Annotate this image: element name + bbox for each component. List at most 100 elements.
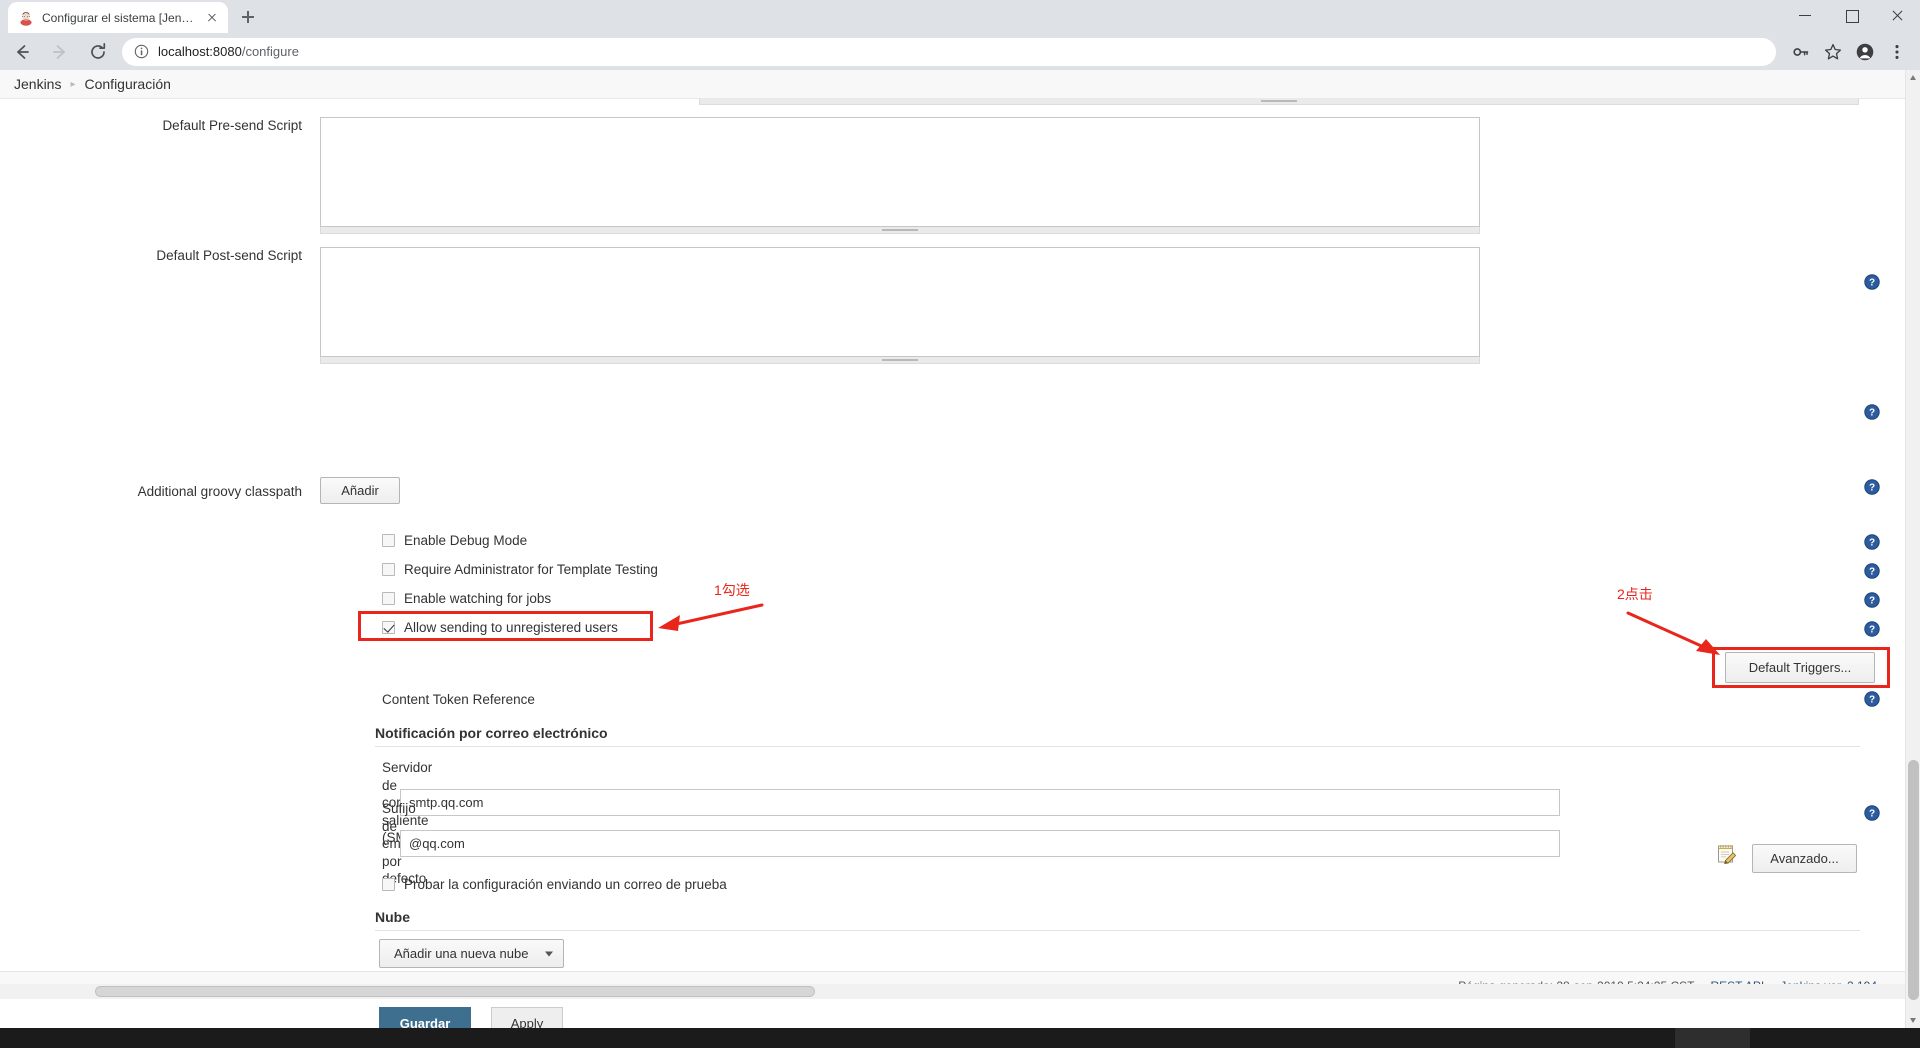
tab-close-icon[interactable]: [204, 10, 220, 26]
checkbox-row-test-config[interactable]: Probar la configuración enviando un corr…: [382, 877, 727, 892]
svg-text:?: ?: [1869, 567, 1875, 578]
cloud-section-heading: Nube: [375, 909, 1860, 931]
minimize-icon[interactable]: [1782, 0, 1828, 31]
svg-text:?: ?: [1869, 408, 1875, 419]
enable-watching-checkbox[interactable]: [382, 592, 395, 605]
toolbar-icon-group: [1786, 37, 1920, 67]
row-post-send-script: Default Post-send Script: [0, 247, 1905, 364]
window-controls: [1782, 0, 1920, 31]
address-bar-text: localhost:8080/configure: [158, 44, 299, 59]
site-info-icon[interactable]: [134, 44, 149, 59]
checkbox-row-enable-watching[interactable]: Enable watching for jobs: [382, 591, 551, 606]
allow-sending-unregistered-checkbox[interactable]: [382, 621, 395, 634]
help-icon-enable-debug-mode[interactable]: ?: [1864, 534, 1880, 550]
reload-icon[interactable]: [82, 36, 114, 68]
new-tab-button[interactable]: [234, 3, 262, 31]
config-form: Default Pre-send Script ? Default Post-s…: [0, 98, 1905, 1040]
post-send-script-input[interactable]: [320, 247, 1480, 357]
email-suffix-label: Sufijo de email por defecto: [382, 801, 427, 887]
horizontal-scrollbar-thumb[interactable]: [95, 986, 815, 997]
vertical-scrollbar-thumb[interactable]: [1908, 760, 1919, 1000]
jenkins-page: Jenkins ▸ Configuración Default Pre-send…: [0, 70, 1920, 1040]
enable-debug-mode-checkbox[interactable]: [382, 534, 395, 547]
checkbox-row-enable-debug-mode[interactable]: Enable Debug Mode: [382, 533, 527, 548]
help-icon-require-administrator[interactable]: ?: [1864, 563, 1880, 579]
checkbox-row-allow-sending-unregistered[interactable]: Allow sending to unregistered users: [382, 620, 618, 635]
key-icon[interactable]: [1786, 37, 1816, 67]
checkbox-row-require-administrator[interactable]: Require Administrator for Template Testi…: [382, 562, 658, 577]
svg-text:?: ?: [1869, 625, 1875, 636]
textarea-resize-grip-top[interactable]: [699, 98, 1859, 105]
svg-text:?: ?: [1869, 695, 1875, 706]
browser-chrome: Configurar el sistema [Jenkins] localhos…: [0, 0, 1920, 70]
annotation-label-1: 1勾选: [714, 582, 750, 598]
row-groovy-classpath: Additional groovy classpath Añadir: [0, 477, 1905, 504]
test-config-label: Probar la configuración enviando un corr…: [404, 877, 727, 892]
back-arrow-icon[interactable]: [6, 36, 38, 68]
vertical-scrollbar[interactable]: [1905, 70, 1920, 1028]
browser-titlebar: Configurar el sistema [Jenkins]: [0, 0, 1920, 33]
help-icon-allow-sending-unregistered[interactable]: ?: [1864, 621, 1880, 637]
profile-avatar-icon[interactable]: [1850, 37, 1880, 67]
browser-toolbar: localhost:8080/configure: [0, 33, 1920, 70]
close-icon[interactable]: [1874, 0, 1920, 31]
post-send-script-resize-grip[interactable]: [320, 357, 1480, 364]
breadcrumb-item-configuracion[interactable]: Configuración: [85, 76, 171, 92]
help-icon-enable-watching[interactable]: ?: [1864, 592, 1880, 608]
content-token-reference-label: Content Token Reference: [382, 692, 535, 707]
jenkins-butler-icon: [18, 10, 34, 26]
os-taskbar: [0, 1028, 1920, 1048]
add-classpath-button[interactable]: Añadir: [320, 477, 400, 504]
post-send-script-label: Default Post-send Script: [156, 248, 302, 263]
post-send-script-field: [320, 247, 1905, 364]
breadcrumb-separator-icon: ▸: [70, 78, 76, 90]
address-bar[interactable]: localhost:8080/configure: [122, 37, 1776, 66]
groovy-classpath-label: Additional groovy classpath: [137, 484, 302, 499]
pre-send-script-resize-grip[interactable]: [320, 227, 1480, 234]
pre-send-script-input[interactable]: [320, 117, 1480, 227]
url-path: /configure: [241, 44, 299, 59]
help-icon-content-token-reference[interactable]: ?: [1864, 691, 1880, 707]
help-icon-post-send-script[interactable]: ?: [1864, 404, 1880, 420]
browser-tab[interactable]: Configurar el sistema [Jenkins]: [8, 2, 228, 33]
url-host: localhost:8080: [158, 44, 242, 59]
email-section-heading: Notificación por correo electrónico: [375, 725, 1860, 747]
add-cloud-select[interactable]: Añadir una nueva nube: [379, 939, 564, 968]
row-email-suffix: Sufijo de email por defecto: [0, 800, 1905, 888]
annotation-arrow-1: [658, 603, 764, 631]
svg-text:?: ?: [1869, 538, 1875, 549]
breadcrumb-item-jenkins[interactable]: Jenkins: [14, 76, 61, 92]
allow-sending-unregistered-label: Allow sending to unregistered users: [404, 620, 618, 635]
enable-debug-mode-label: Enable Debug Mode: [404, 533, 528, 548]
test-config-checkbox[interactable]: [382, 878, 395, 891]
tab-title: Configurar el sistema [Jenkins]: [42, 10, 196, 25]
taskbar-item[interactable]: [1675, 1028, 1750, 1048]
help-icon-email-suffix[interactable]: ?: [1864, 805, 1880, 821]
require-administrator-checkbox[interactable]: [382, 563, 395, 576]
row-pre-send-script: Default Pre-send Script: [0, 117, 1905, 234]
annotation-label-2: 2点击: [1617, 586, 1653, 602]
svg-text:?: ?: [1869, 596, 1875, 607]
more-menu-icon[interactable]: [1882, 37, 1912, 67]
email-suffix-input[interactable]: [400, 830, 1560, 858]
groovy-classpath-field: Añadir: [320, 477, 1905, 504]
default-triggers-button[interactable]: Default Triggers...: [1725, 652, 1875, 683]
annotation-arrow-2: [1626, 611, 1720, 655]
add-cloud-select-wrapper[interactable]: Añadir una nueva nube: [379, 939, 564, 968]
maximize-icon[interactable]: [1828, 0, 1874, 31]
enable-watching-label: Enable watching for jobs: [404, 591, 552, 606]
scroll-up-arrow-icon[interactable]: [1906, 70, 1920, 85]
star-icon[interactable]: [1818, 37, 1848, 67]
pre-send-script-label: Default Pre-send Script: [162, 118, 302, 133]
email-suffix-field: [400, 830, 1905, 858]
advanced-button[interactable]: Avanzado...: [1752, 844, 1857, 873]
scroll-down-arrow-icon[interactable]: [1906, 1013, 1920, 1028]
forward-arrow-icon[interactable]: [44, 36, 76, 68]
pre-send-script-field: [320, 117, 1905, 234]
horizontal-scrollbar[interactable]: [0, 984, 1905, 999]
tab-strip: Configurar el sistema [Jenkins]: [0, 0, 262, 33]
svg-text:?: ?: [1869, 809, 1875, 820]
require-administrator-label: Require Administrator for Template Testi…: [404, 562, 658, 577]
svg-text:?: ?: [1869, 483, 1875, 494]
help-icon-groovy-classpath[interactable]: ?: [1864, 479, 1880, 495]
